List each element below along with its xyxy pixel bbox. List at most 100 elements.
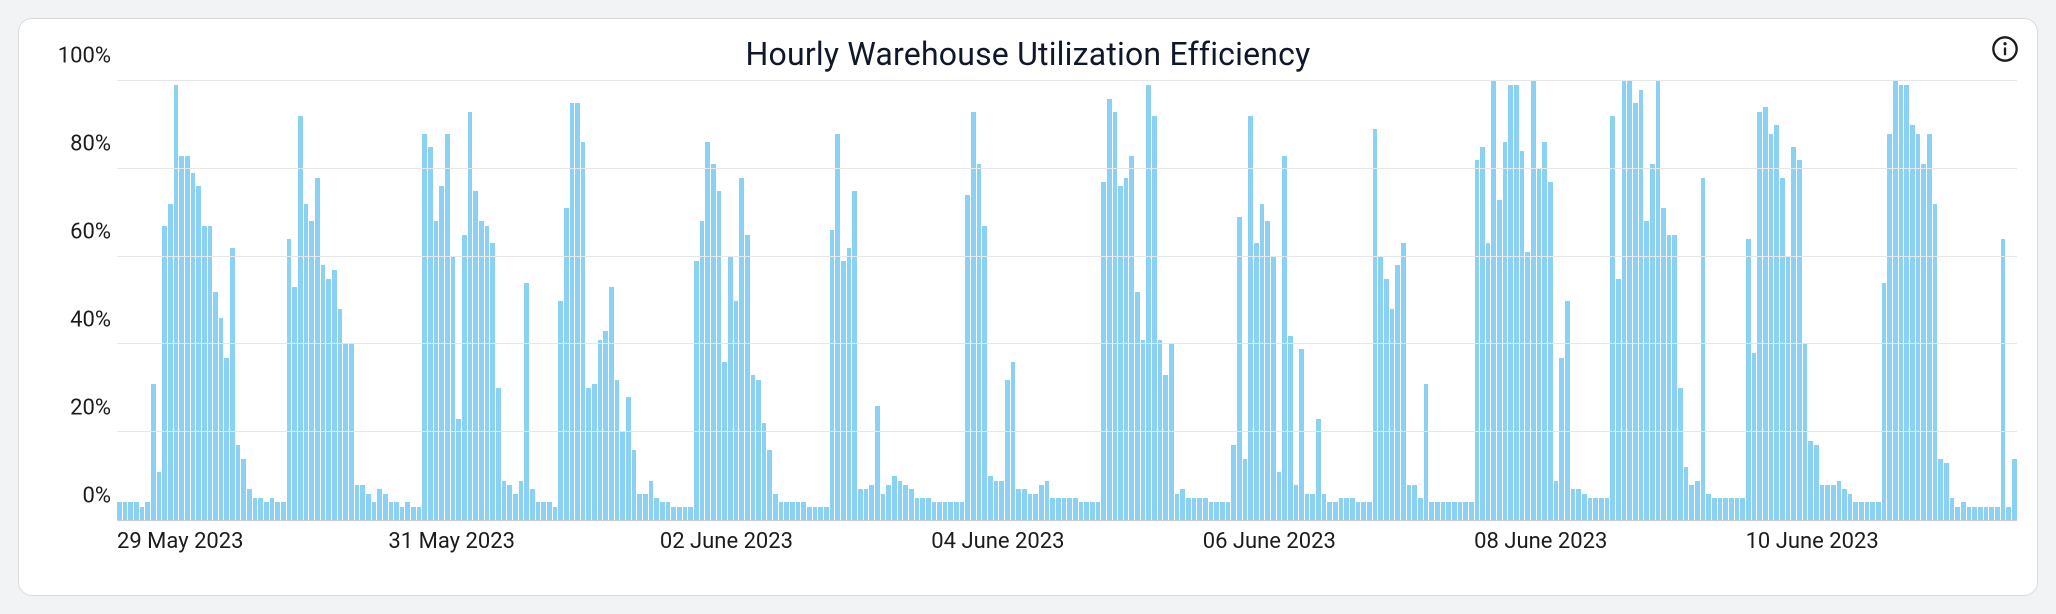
bar bbox=[818, 507, 823, 520]
bar bbox=[592, 384, 597, 520]
bar bbox=[1718, 498, 1723, 520]
bar bbox=[1684, 467, 1689, 520]
bar bbox=[875, 406, 880, 520]
bar bbox=[762, 423, 767, 520]
bar bbox=[230, 248, 235, 520]
bar bbox=[1757, 112, 1762, 520]
bar bbox=[1491, 81, 1496, 520]
bar bbox=[852, 191, 857, 520]
bar bbox=[1395, 265, 1400, 520]
bar bbox=[999, 481, 1004, 521]
bar bbox=[1237, 217, 1242, 520]
bar bbox=[445, 134, 450, 520]
x-tick-label: 02 June 2023 bbox=[660, 529, 793, 554]
x-axis: 29 May 202331 May 202302 June 202304 Jun… bbox=[117, 529, 2017, 565]
bar bbox=[1243, 459, 1248, 520]
bar bbox=[660, 502, 665, 520]
bar bbox=[1062, 498, 1067, 520]
bar bbox=[236, 445, 241, 520]
bar bbox=[864, 489, 869, 520]
bar bbox=[700, 221, 705, 520]
bar bbox=[1576, 489, 1581, 520]
bar bbox=[1458, 502, 1463, 520]
bar bbox=[202, 226, 207, 520]
bar bbox=[1045, 481, 1050, 521]
bar bbox=[830, 230, 835, 520]
bar bbox=[1808, 441, 1813, 520]
bar bbox=[1339, 498, 1344, 520]
bar bbox=[1265, 221, 1270, 520]
bar bbox=[801, 502, 806, 520]
bar bbox=[1610, 116, 1615, 520]
bar bbox=[1367, 502, 1372, 520]
bar bbox=[1141, 340, 1146, 520]
bar bbox=[1542, 142, 1547, 520]
bar bbox=[1616, 279, 1621, 520]
bar bbox=[1916, 134, 1921, 520]
bar bbox=[1780, 178, 1785, 520]
bar bbox=[1955, 507, 1960, 520]
bar bbox=[1441, 502, 1446, 520]
bar bbox=[502, 481, 507, 521]
info-icon bbox=[1991, 35, 2019, 63]
bar bbox=[219, 318, 224, 520]
bar bbox=[1774, 125, 1779, 520]
bar bbox=[394, 502, 399, 520]
bar bbox=[1752, 353, 1757, 520]
bar bbox=[451, 257, 456, 520]
bar bbox=[1090, 502, 1095, 520]
bar bbox=[1231, 445, 1236, 520]
bar bbox=[739, 178, 744, 520]
bar bbox=[1248, 116, 1253, 520]
bar bbox=[1938, 459, 1943, 520]
bar bbox=[1701, 178, 1706, 520]
bar bbox=[1548, 182, 1553, 520]
bar bbox=[1067, 498, 1072, 520]
bar bbox=[536, 502, 541, 520]
bar bbox=[581, 142, 586, 520]
bar bbox=[304, 204, 309, 520]
bar bbox=[1005, 380, 1010, 520]
bar bbox=[869, 485, 874, 520]
bar bbox=[1390, 309, 1395, 520]
bar bbox=[779, 502, 784, 520]
bar bbox=[1050, 498, 1055, 520]
bar bbox=[1989, 507, 1994, 520]
bar bbox=[1169, 344, 1174, 520]
bar bbox=[1876, 502, 1881, 520]
bar bbox=[603, 331, 608, 520]
bar bbox=[977, 164, 982, 520]
bar bbox=[1452, 502, 1457, 520]
bar bbox=[1599, 498, 1604, 520]
bar bbox=[965, 195, 970, 520]
bar bbox=[1729, 498, 1734, 520]
bar bbox=[383, 494, 388, 520]
bar bbox=[688, 507, 693, 520]
y-tick-label: 0% bbox=[83, 484, 111, 509]
chart-card: Hourly Warehouse Utilization Efficiency … bbox=[18, 18, 2038, 596]
info-button[interactable] bbox=[1991, 35, 2019, 63]
bar bbox=[428, 147, 433, 520]
bar bbox=[530, 489, 535, 520]
bar bbox=[462, 235, 467, 520]
bar bbox=[1384, 279, 1389, 520]
bar bbox=[128, 502, 133, 520]
bar bbox=[1260, 204, 1265, 520]
y-tick-label: 60% bbox=[70, 220, 111, 245]
bar bbox=[586, 388, 591, 520]
bar bbox=[1644, 221, 1649, 520]
grid-line bbox=[117, 256, 2017, 257]
bar bbox=[519, 481, 524, 521]
bar bbox=[722, 362, 727, 520]
bar bbox=[824, 507, 829, 520]
bar bbox=[1039, 485, 1044, 520]
bar bbox=[1480, 147, 1485, 520]
x-tick-label: 08 June 2023 bbox=[1474, 529, 1607, 554]
bar bbox=[988, 476, 993, 520]
bar bbox=[485, 226, 490, 520]
bar bbox=[1361, 502, 1366, 520]
bar bbox=[1672, 235, 1677, 520]
grid-line bbox=[117, 431, 2017, 432]
bar bbox=[541, 502, 546, 520]
bar bbox=[1350, 498, 1355, 520]
